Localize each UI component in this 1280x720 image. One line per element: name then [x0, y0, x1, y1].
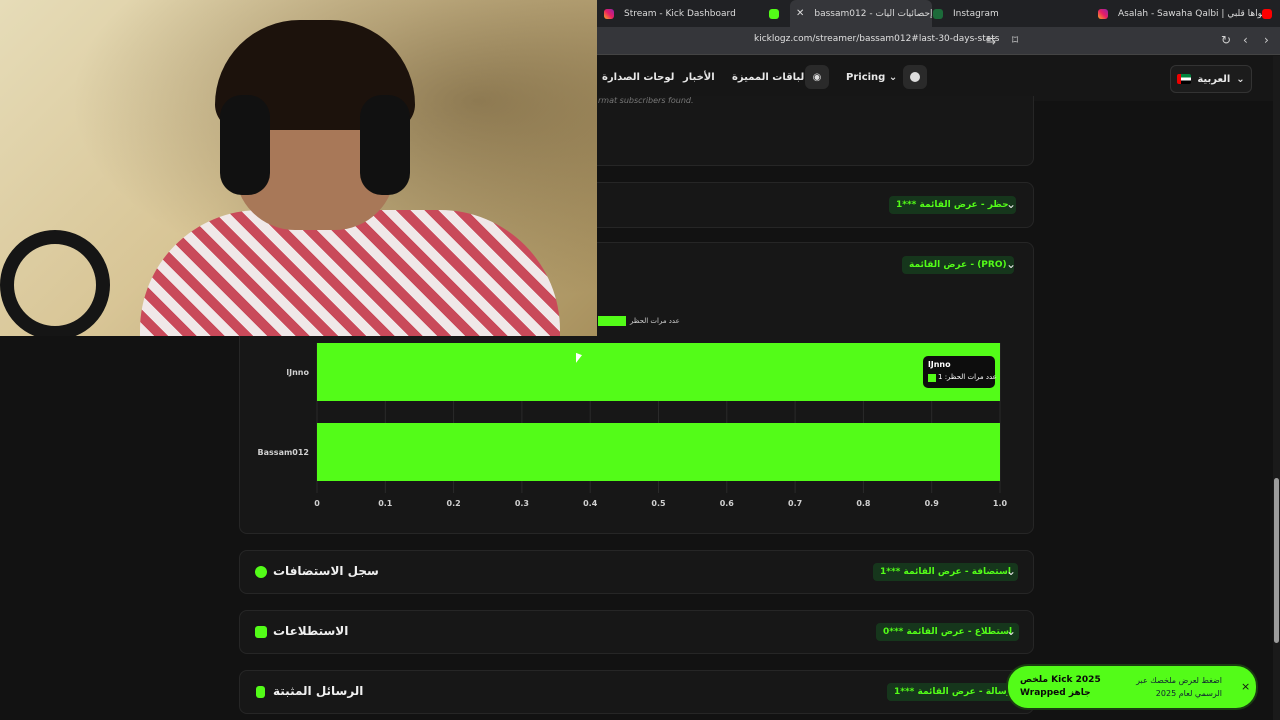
close-icon[interactable]: ×: [1241, 680, 1250, 693]
nav-leaderboards[interactable]: لوحات الصدارة: [602, 72, 674, 83]
close-icon[interactable]: ✕: [796, 8, 804, 19]
chevron-down-icon[interactable]: ⌄: [1006, 257, 1016, 271]
x-tick-label: 0.4: [583, 499, 598, 508]
user-avatar-icon: [910, 72, 920, 82]
bans-list-badge[interactable]: حظر - عرض القائمة ***1: [889, 196, 1016, 214]
poll-icon: [255, 626, 267, 638]
scrollbar-thumb[interactable]: [1274, 478, 1279, 643]
x-tick-label: 0.5: [651, 499, 666, 508]
kick-icon: [769, 8, 779, 19]
pro-list-badge[interactable]: عرض القائمة - (PRO): [902, 256, 1014, 274]
no-subscribers-text: rmat subscribers found.: [598, 96, 694, 105]
x-tick-label: 0.8: [856, 499, 871, 508]
chart-tooltip: lJnno عدد مرات الحظر: 1: [923, 356, 997, 388]
url-field[interactable]: kicklogz.com/streamer/bassam012#last-30-…: [754, 34, 999, 44]
kicklogz-icon: [933, 8, 943, 19]
tab-label: Instagram: [953, 8, 999, 19]
user-account-icon[interactable]: [903, 65, 927, 89]
tooltip-value: عدد مرات الحظر: 1: [938, 373, 997, 381]
site-settings-icon[interactable]: ⇆: [986, 33, 996, 47]
webcam-overlay: [0, 0, 597, 336]
headphone-left: [220, 95, 270, 195]
x-tick-label: 1.0: [993, 499, 1008, 508]
pin-icon: [256, 686, 265, 698]
discord-icon[interactable]: ◉: [805, 65, 829, 89]
nav-news[interactable]: الأخبار: [683, 72, 715, 83]
toast-title: ملخص Kick 2025 Wrapped جاهز: [1020, 675, 1101, 698]
nav-pricing[interactable]: Pricing ⌄: [846, 72, 897, 83]
tab-bassam012-stats[interactable]: ✕ bassam012 - إحصائيات اليات: [790, 0, 933, 27]
mouse-cursor-icon: [576, 352, 582, 366]
chevron-down-icon[interactable]: ⌄: [1006, 624, 1016, 638]
x-tick-label: 0.2: [447, 499, 461, 508]
chevron-down-icon: ⌄: [888, 72, 898, 83]
language-label: العربية: [1197, 73, 1231, 85]
legend-swatch: [598, 316, 626, 326]
pinned-list-badge[interactable]: رسالة - عرض القائمة ***1: [887, 683, 1019, 701]
x-tick-label: 0.6: [720, 499, 735, 508]
bookmark-icon[interactable]: ⌑: [1012, 33, 1018, 47]
tab-youtube[interactable]: [1262, 0, 1280, 27]
x-tick-label: 0.3: [515, 499, 529, 508]
y-category-label: Bassam012: [258, 448, 309, 457]
y-category-label: lJnno: [286, 368, 309, 377]
share-icon: [255, 566, 267, 578]
reload-icon[interactable]: ↻: [1221, 33, 1231, 47]
chart-legend: عدد مرات الحظر: [598, 316, 680, 326]
tab-label: Stream - Kick Dashboard: [624, 8, 736, 19]
tab-asalah[interactable]: Asalah - Sawaha Qalbi | سواها قلبي: [1098, 0, 1270, 27]
bar-Bassam012: [317, 423, 1000, 481]
polls-list-badge[interactable]: استطلاع - عرض القائمة ***0: [876, 623, 1020, 641]
forward-icon[interactable]: ›: [1264, 33, 1269, 47]
youtube-icon: [1262, 8, 1272, 19]
streamer-shemagh: [140, 210, 560, 336]
tab-kick-dashboard[interactable]: Stream - Kick Dashboard: [604, 0, 736, 27]
instagram-icon: [1098, 8, 1108, 19]
chevron-down-icon: ⌄: [1236, 73, 1245, 85]
nav-pricing-label: Pricing: [846, 72, 886, 83]
language-selector[interactable]: العربية ⌄: [1170, 65, 1252, 93]
x-tick-label: 0: [314, 499, 320, 508]
x-tick-label: 0.7: [788, 499, 802, 508]
wrapped-toast[interactable]: ملخص Kick 2025 Wrapped جاهز اضغط لعرض مل…: [1006, 664, 1258, 710]
hosts-title: سجل الاستضافات: [273, 564, 379, 578]
steering-wheel: [0, 230, 110, 336]
chevron-down-icon[interactable]: ⌄: [1006, 564, 1016, 578]
back-icon[interactable]: ‹: [1243, 33, 1248, 47]
tab-label: bassam012 - إحصائيات اليات: [814, 8, 933, 19]
instagram-icon: [604, 8, 614, 19]
tab-label: Asalah - Sawaha Qalbi | سواها قلبي: [1118, 8, 1270, 19]
tooltip-title: lJnno: [928, 360, 951, 369]
tab-instagram[interactable]: Instagram: [933, 0, 999, 27]
bar-lJnno: [317, 343, 1000, 401]
kick-tab-favicon[interactable]: [769, 0, 789, 27]
nav-premium-packages[interactable]: الباقات المميزة: [732, 72, 808, 83]
toast-description: اضغط لعرض ملخصك عبر الرسمي لعام 2025: [1136, 676, 1222, 698]
uae-flag-icon: [1177, 74, 1192, 84]
pinned-title: الرسائل المثبتة: [273, 684, 364, 698]
hosts-list-badge[interactable]: استضافة - عرض القائمة ***1: [873, 563, 1018, 581]
legend-label: عدد مرات الحظر: [629, 317, 680, 325]
x-tick-label: 0.1: [378, 499, 393, 508]
chevron-down-icon[interactable]: ⌄: [1006, 197, 1016, 211]
tooltip-swatch: [928, 374, 936, 382]
headphone-right: [360, 95, 410, 195]
x-tick-label: 0.9: [925, 499, 940, 508]
polls-title: الاستطلاعات: [273, 624, 349, 638]
